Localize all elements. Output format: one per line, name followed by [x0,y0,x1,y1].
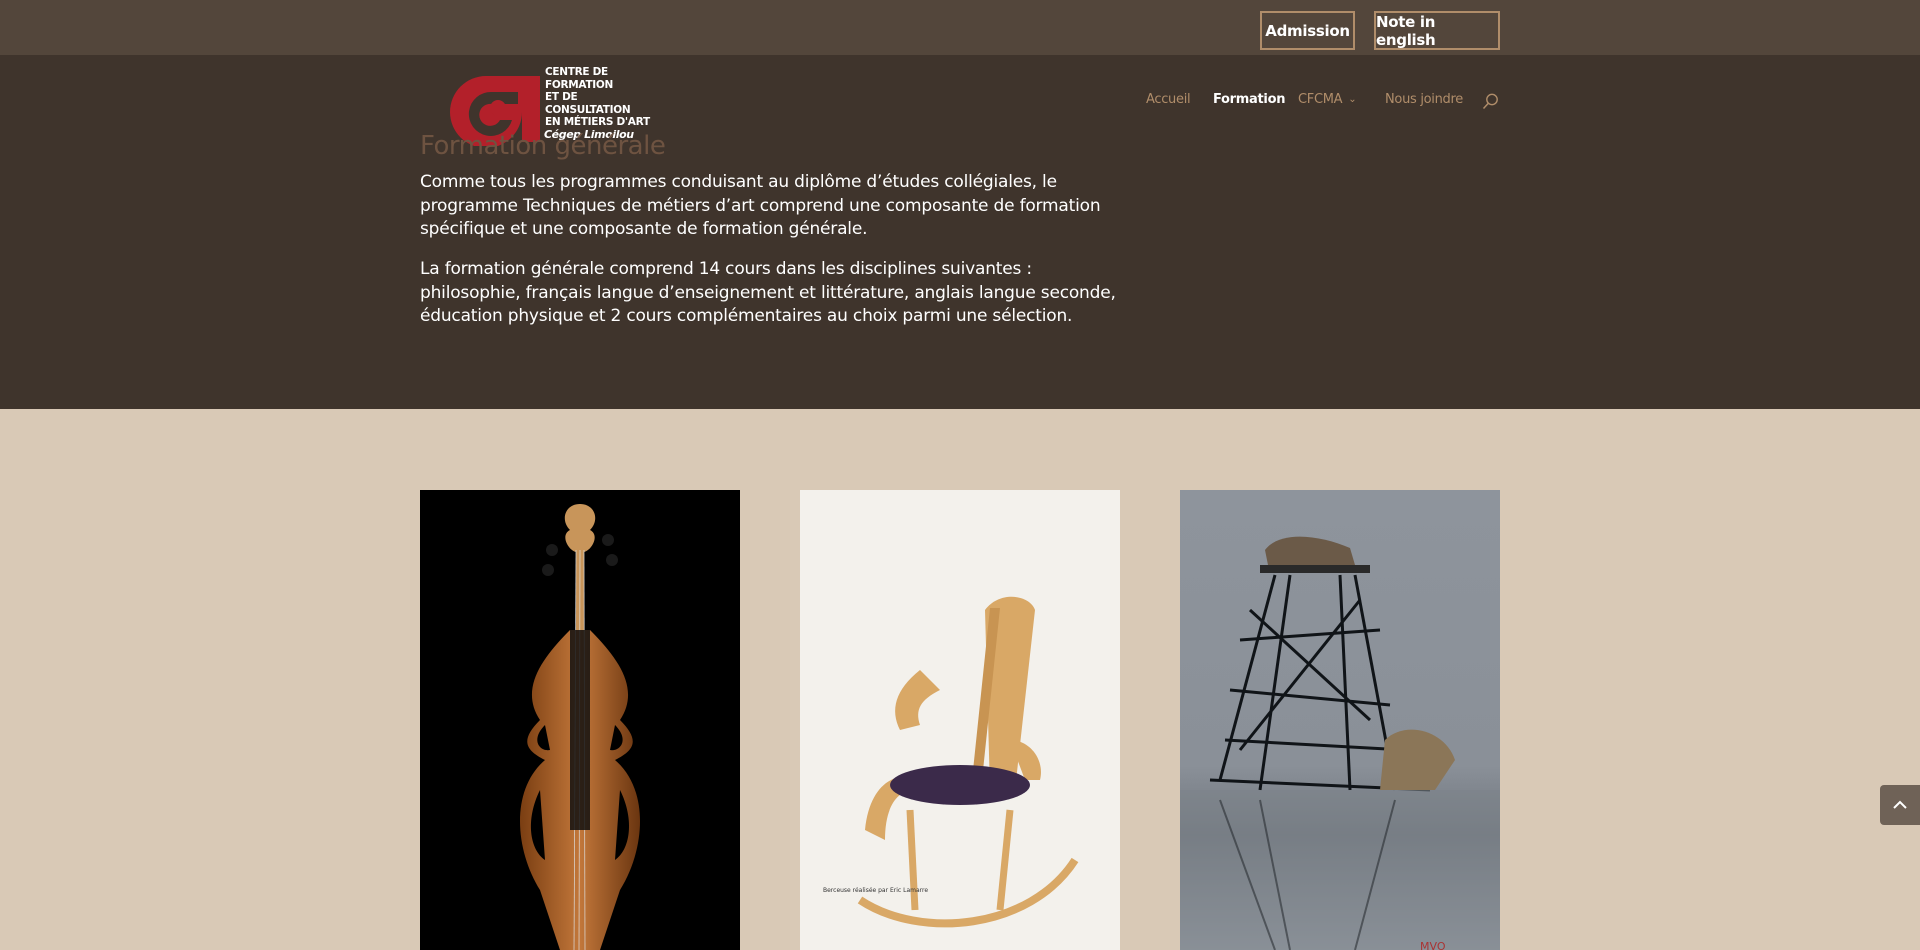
paragraph-details: La formation générale comprend 14 cours … [420,259,1116,326]
gallery-image-rocking-chair[interactable]: Berceuse réalisée par Eric Lamarre [800,490,1120,950]
nav-item-formation[interactable]: Formation [1213,92,1285,107]
back-to-top-button[interactable] [1880,785,1920,825]
nav-item-accueil[interactable]: Accueil [1146,92,1191,107]
search-icon[interactable] [1482,93,1499,110]
chevron-up-icon [1893,800,1907,809]
nav-item-nous-joindre[interactable]: Nous joindre [1385,92,1463,107]
note-in-english-button[interactable]: Note in english [1374,11,1500,50]
paragraph-intro: Comme tous les programmes conduisant au … [420,172,1101,239]
sculpture-illustration [1180,536,1500,950]
logo-line-2: ET DE CONSULTATION [545,91,631,116]
gallery-image-violin[interactable] [420,490,740,950]
top-bar: Admission Note in english [0,0,1920,55]
section-title: Formation générale [420,131,666,161]
logo-line-3: EN MÉTIERS D'ART [545,116,650,128]
nav-item-cfcma-label: CFCMA [1298,92,1343,107]
logo-line-1: CENTRE DE FORMATION [545,66,614,91]
gallery-image-sculpture[interactable]: MVO [1180,490,1500,950]
sculpture-watermark: MVO [1420,940,1446,950]
chair-caption: Berceuse réalisée par Eric Lamarre [823,887,929,894]
admission-button[interactable]: Admission [1260,11,1355,50]
logo-text: CENTRE DE FORMATION ET DE CONSULTATION E… [545,66,666,129]
violin-illustration [520,504,640,950]
rocking-chair-illustration [857,596,1079,928]
nav-item-cfcma[interactable]: CFCMA ⌄ [1298,92,1357,107]
chevron-down-icon: ⌄ [1348,94,1357,105]
